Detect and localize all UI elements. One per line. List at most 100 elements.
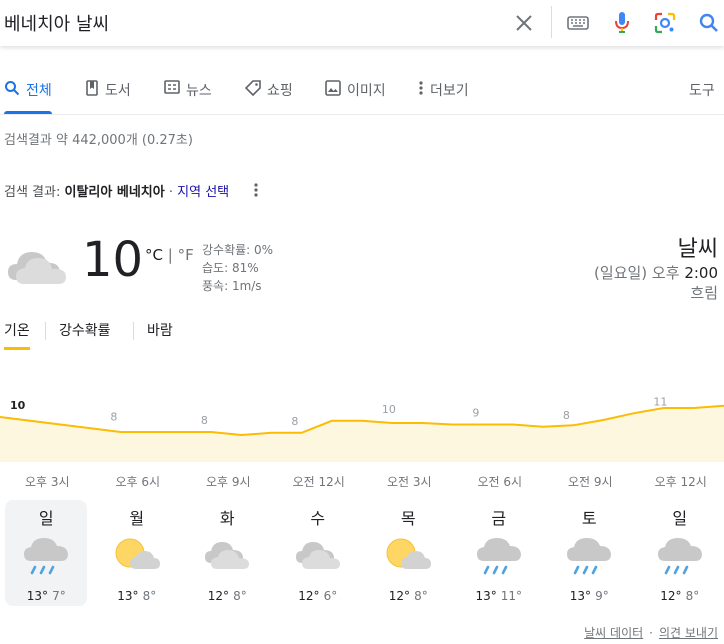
tab-images[interactable]: 이미지 xyxy=(325,80,386,114)
forecast-day[interactable]: 월 13° 8° xyxy=(96,500,178,606)
chart-value-label: 8 xyxy=(201,414,208,427)
high-temp: 12° xyxy=(207,589,230,603)
high-temp: 12° xyxy=(298,589,320,603)
low-temp: 6° xyxy=(323,589,338,603)
hour-label: 오전 6시 xyxy=(477,475,523,489)
hour-label: 오전 12시 xyxy=(292,475,345,489)
search-icon[interactable] xyxy=(696,10,722,36)
microphone-icon[interactable] xyxy=(609,10,635,36)
weather-title: 날씨 xyxy=(677,237,718,262)
wind-text: 풍속: 1m/s xyxy=(202,279,262,293)
hour-label: 오후 3시 xyxy=(24,475,70,489)
hour-labels: 오후 3시 오후 6시 오후 9시 오전 12시 오전 3시 오전 6시 오전 9시 오후 1… xyxy=(0,473,724,493)
high-temp: 12° xyxy=(660,589,682,603)
hour-label: 오전 3시 xyxy=(386,475,432,489)
tab-label: 더보기 xyxy=(430,83,469,99)
tab-wind[interactable]: 바람 xyxy=(147,320,173,340)
day-temps: 12° 8° xyxy=(639,589,721,603)
tag-icon xyxy=(245,80,261,96)
unit-separator: | xyxy=(167,246,173,264)
chart-value-label: 8 xyxy=(563,409,570,422)
search-tabs: 전체 도서 뉴스 쇼핑 이미지 더보기 도구 xyxy=(0,72,724,115)
tab-books[interactable]: 도서 xyxy=(85,80,131,114)
low-temp: 7° xyxy=(52,589,66,603)
chart-value-label: 9 xyxy=(472,407,479,420)
tab-shopping[interactable]: 쇼핑 xyxy=(245,80,293,114)
rain-icon xyxy=(548,533,630,577)
day-temps: 13° 8° xyxy=(96,589,178,603)
unit-switch: °C | °F xyxy=(145,246,194,264)
tab-all[interactable]: 전체 xyxy=(4,80,52,114)
forecast-day[interactable]: 목 12° 8° xyxy=(367,500,449,606)
temperature-chart: 10 8 8 8 10 9 8 11 xyxy=(0,395,724,462)
hour-label: 오후 9시 xyxy=(205,475,251,489)
chart-value-label: 8 xyxy=(291,415,298,428)
choose-area-link[interactable]: 지역 선택 xyxy=(177,185,229,200)
chart-value-label: 10 xyxy=(10,399,26,412)
search-icon xyxy=(5,81,20,96)
current-temperature: 10 xyxy=(82,232,144,288)
tab-temperature[interactable]: 기온 xyxy=(4,320,30,350)
forecast-day[interactable]: 수 12° 6° xyxy=(277,500,359,606)
precipitation-text: 강수확률: 0% xyxy=(202,243,274,257)
tab-precipitation[interactable]: 강수확률 xyxy=(59,320,111,340)
clear-icon[interactable] xyxy=(511,10,537,36)
results-for: 검색 결과: 이탈리아 베네치아 · 지역 선택 xyxy=(4,181,259,202)
tools-button[interactable]: 도구 xyxy=(689,80,715,114)
day-name: 일 xyxy=(672,509,688,528)
day-name: 목 xyxy=(400,509,416,528)
cloudy-icon xyxy=(186,533,268,577)
forecast-day[interactable]: 금 13° 11° xyxy=(458,500,540,606)
news-icon xyxy=(164,80,180,94)
day-temps: 13° 9° xyxy=(548,589,630,603)
feedback-link[interactable]: 의견 보내기 xyxy=(659,626,718,640)
weather-day: (일요일) 오후 xyxy=(594,264,680,282)
day-name: 토 xyxy=(581,509,597,528)
forecast-day[interactable]: 일 12° 8° xyxy=(639,500,721,606)
low-temp: 8° xyxy=(414,589,428,603)
low-temp: 8° xyxy=(685,589,700,603)
high-temp: 13° xyxy=(569,589,592,603)
more-vert-icon[interactable] xyxy=(253,182,259,202)
results-for-prefix: 검색 결과: xyxy=(4,185,61,200)
tab-label: 이미지 xyxy=(347,83,386,99)
celsius-button[interactable]: °C xyxy=(145,246,163,264)
image-icon xyxy=(325,80,341,96)
tab-label: 도서 xyxy=(105,83,131,99)
high-temp: 12° xyxy=(388,589,411,603)
tab-news[interactable]: 뉴스 xyxy=(164,80,212,114)
tab-label: 전체 xyxy=(26,83,52,99)
day-temps: 13° 7° xyxy=(5,589,87,603)
lens-icon[interactable] xyxy=(652,10,678,36)
low-temp: 9° xyxy=(595,589,609,603)
daily-forecast: 일 13° 7° 월 13° 8° 화 12° 8° 수 12° 6° 목 12° 8° 금 13° 11° 토 13… xyxy=(0,500,724,608)
high-temp: 13° xyxy=(26,589,49,603)
day-name: 월 xyxy=(129,509,145,528)
book-icon xyxy=(86,80,98,96)
chart-area xyxy=(0,405,724,462)
day-name: 금 xyxy=(491,509,507,528)
results-for-sep: · xyxy=(168,185,173,200)
keyboard-icon[interactable] xyxy=(565,10,591,36)
search-bar: 베네치아 날씨 xyxy=(0,0,724,46)
forecast-day[interactable]: 화 12° 8° xyxy=(186,500,268,606)
high-temp: 13° xyxy=(475,589,497,603)
weather-details: 강수확률: 0% 습도: 81% 풍속: 1m/s xyxy=(202,241,273,295)
search-input[interactable]: 베네치아 날씨 xyxy=(4,10,109,36)
cloudy-icon xyxy=(4,238,70,292)
tab-label: 뉴스 xyxy=(186,83,212,99)
tab-more[interactable]: 더보기 xyxy=(418,80,469,114)
chart-value-label: 8 xyxy=(110,410,117,423)
weather-time: (일요일) 오후 2:00 xyxy=(594,263,718,283)
results-for-place: 이탈리아 베네치아 xyxy=(64,185,165,200)
fahrenheit-button[interactable]: °F xyxy=(178,246,194,264)
day-name: 일 xyxy=(38,509,54,528)
chart-value-label: 10 xyxy=(382,403,396,416)
footer-dot: · xyxy=(649,626,653,640)
forecast-day[interactable]: 일 13° 7° xyxy=(5,500,88,606)
partly-cloudy-icon xyxy=(96,533,178,577)
forecast-day[interactable]: 토 13° 9° xyxy=(548,500,630,606)
weather-data-link[interactable]: 날씨 데이터 xyxy=(584,626,643,640)
low-temp: 11° xyxy=(500,589,523,603)
weather-condition: 흐림 xyxy=(690,284,718,302)
